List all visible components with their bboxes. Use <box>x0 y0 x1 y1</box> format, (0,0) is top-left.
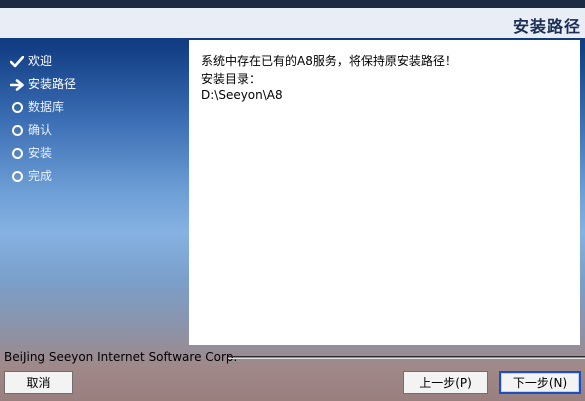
footer-divider <box>228 356 585 359</box>
install-dir-label: 安装目录： <box>201 72 262 86</box>
step-label: 欢迎 <box>28 54 53 68</box>
step-label: 确认 <box>28 123 53 137</box>
step-label: 安装路径 <box>28 77 77 91</box>
circle-icon <box>8 145 26 163</box>
step-database: 数据库 <box>8 96 178 119</box>
circle-icon <box>8 168 26 186</box>
check-icon <box>8 53 26 71</box>
step-install-path: 安装路径 <box>8 73 178 96</box>
step-label: 安装 <box>28 146 53 160</box>
circle-icon <box>8 99 26 117</box>
existing-service-message: 系统中存在已有的A8服务，将保持原安装路径！ <box>201 54 457 68</box>
step-finish: 完成 <box>8 165 178 188</box>
window-top-band <box>0 0 585 8</box>
page-title: 安装路径 <box>512 17 581 36</box>
step-install: 安装 <box>8 142 178 165</box>
circle-icon <box>8 122 26 140</box>
step-list: 欢迎 安装路径 数据库 确认 安装 完成 <box>8 50 178 188</box>
header-bar: 安装路径 <box>0 8 585 38</box>
content-panel: 系统中存在已有的A8服务，将保持原安装路径！ 安装目录： D:\Seeyon\A… <box>189 40 580 345</box>
install-dir-path: D:\Seeyon\A8 <box>201 88 283 102</box>
prev-button[interactable]: 上一步(P) <box>403 371 488 394</box>
cancel-button[interactable]: 取消 <box>4 371 73 394</box>
company-name: BeiJing Seeyon Internet Software Corp. <box>4 350 238 364</box>
step-label: 数据库 <box>28 100 65 114</box>
arrow-right-icon <box>8 76 26 94</box>
next-button[interactable]: 下一步(N) <box>499 371 581 394</box>
step-confirm: 确认 <box>8 119 178 142</box>
step-welcome: 欢迎 <box>8 50 178 73</box>
step-label: 完成 <box>28 169 53 183</box>
